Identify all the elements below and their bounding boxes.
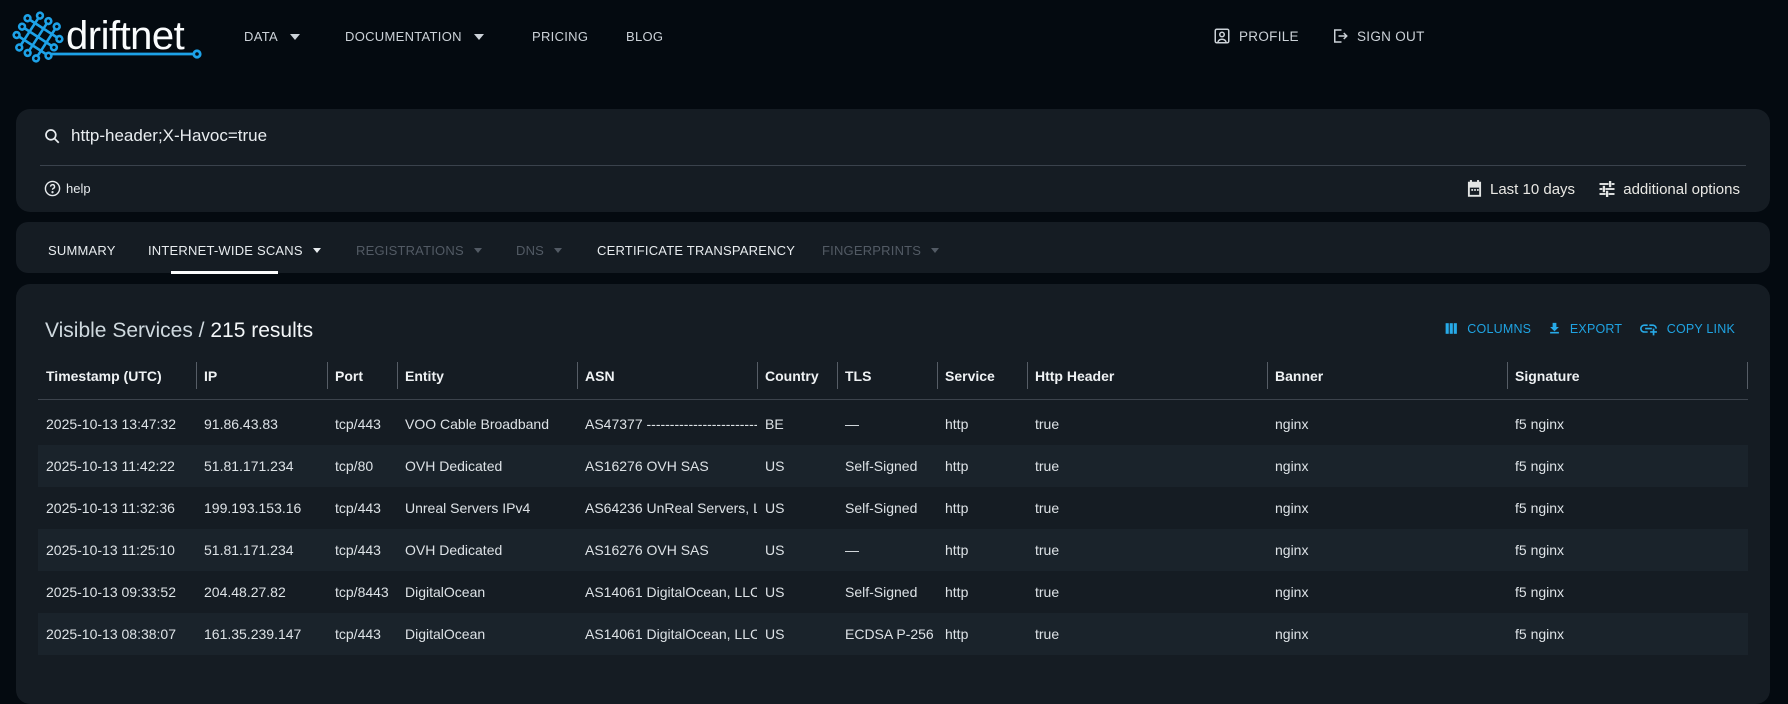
svg-text:driftnet: driftnet [66,14,185,58]
